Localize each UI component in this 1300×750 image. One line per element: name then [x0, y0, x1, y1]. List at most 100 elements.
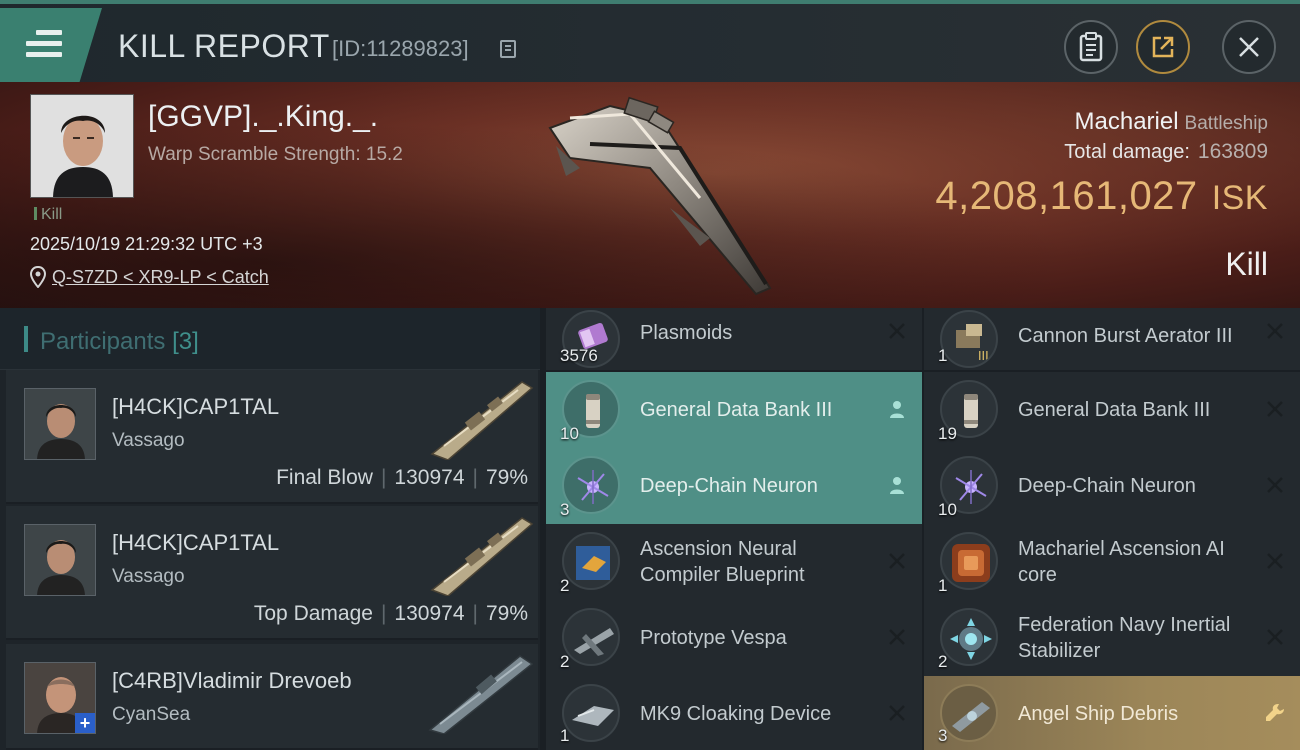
- item-row[interactable]: 3 Deep-Chain Neuron: [546, 448, 922, 524]
- participant-percent: 79%: [485, 602, 528, 625]
- item-name: MK9 Cloaking Device: [640, 703, 832, 725]
- aerator-icon: III: [940, 310, 998, 368]
- item-name: Prototype Vespa: [640, 627, 787, 649]
- participant-role: Top Damage: [253, 602, 373, 625]
- item-row[interactable]: 2 Ascension Neural Compiler Blueprint: [546, 524, 922, 600]
- hamburger-icon: [26, 30, 62, 58]
- victim-avatar[interactable]: [30, 94, 134, 198]
- isk-value: 4,208,161,027 ISK: [935, 174, 1268, 219]
- item-row[interactable]: 1 MK9 Cloaking Device: [546, 676, 922, 750]
- share-button[interactable]: [1136, 20, 1190, 74]
- avatar[interactable]: [24, 388, 96, 460]
- participants-title: Participants [3]: [40, 328, 199, 356]
- destroyed-icon: [886, 550, 908, 572]
- item-row[interactable]: 3576 Plasmoids: [546, 308, 922, 370]
- participant-damage: 130974: [394, 602, 465, 625]
- participants-label: Participants: [40, 328, 166, 355]
- clipboard-button[interactable]: [1064, 20, 1118, 74]
- item-row[interactable]: 1 Machariel Ascension AI core: [924, 524, 1300, 600]
- close-button[interactable]: [1222, 20, 1276, 74]
- participant-percent: 79%: [485, 466, 528, 489]
- ship-name: Machariel Battleship: [1075, 108, 1269, 136]
- ai-core-icon: [940, 532, 998, 590]
- participants-panel: Participants [3] [H4CK]CAP1TAL Vassago F…: [0, 308, 540, 750]
- victim-name[interactable]: [GGVP]._.King._.: [148, 100, 378, 134]
- participant-ship-image: [430, 517, 534, 596]
- item-quantity: 3576: [560, 346, 598, 365]
- item-quantity: 2: [938, 652, 948, 671]
- destroyed-icon: [886, 626, 908, 648]
- item-name: Cannon Burst Aerator III: [1018, 325, 1233, 347]
- participant-ship: Vassago: [112, 566, 185, 587]
- ship-type[interactable]: Machariel: [1075, 108, 1179, 135]
- page-title: KILL REPORT: [118, 28, 330, 64]
- menu-button[interactable]: [0, 8, 102, 82]
- neuron-icon: [562, 456, 620, 514]
- close-icon: [1239, 37, 1259, 57]
- item-name: Deep-Chain Neuron: [1018, 475, 1196, 497]
- item-quantity: 19: [938, 424, 957, 443]
- portrait-image: [25, 389, 95, 459]
- participant-row[interactable]: [H4CK]CAP1TAL Vassago Top Damage | 130974 |…: [6, 506, 538, 640]
- ship-class: Battleship: [1184, 113, 1268, 134]
- item-quantity: 1: [938, 346, 948, 365]
- item-quantity: 10: [938, 500, 957, 519]
- item-row[interactable]: 19 General Data Bank III: [924, 372, 1300, 448]
- wrench-icon[interactable]: [1264, 702, 1286, 724]
- avatar[interactable]: [24, 524, 96, 596]
- item-row[interactable]: 2 Federation Navy Inertial Stabilizer: [924, 600, 1300, 676]
- participant-row[interactable]: [H4CK]CAP1TAL Vassago Final Blow | 130974 |…: [6, 370, 538, 504]
- participant-ship: CyanSea: [112, 704, 191, 725]
- participants-count: [3]: [172, 328, 199, 355]
- dropped-person-icon: [886, 398, 908, 420]
- dropped-person-icon: [886, 474, 908, 496]
- copy-icon[interactable]: [500, 40, 516, 58]
- participant-row[interactable]: + [C4RB]Vladimir Drevoeb CyanSea: [6, 644, 538, 750]
- item-row[interactable]: 10 General Data Bank III: [546, 372, 922, 448]
- item-row[interactable]: 3 Angel Ship Debris: [924, 676, 1300, 750]
- debris-icon: [940, 684, 998, 742]
- destroyed-icon: [1264, 474, 1286, 496]
- item-name: General Data Bank III: [640, 399, 833, 421]
- item-name: Plasmoids: [640, 322, 733, 344]
- item-row[interactable]: III 1 Cannon Burst Aerator III: [924, 308, 1300, 370]
- drone-icon: [562, 608, 620, 666]
- participant-name[interactable]: [H4CK]CAP1TAL: [112, 530, 279, 556]
- destroyed-icon: [1264, 550, 1286, 572]
- blueprint-icon: [562, 532, 620, 590]
- location-link[interactable]: Q-S7ZD < XR9-LP < Catch: [52, 267, 269, 288]
- participant-name[interactable]: [C4RB]Vladimir Drevoeb: [112, 668, 352, 694]
- item-quantity: 1: [938, 576, 948, 595]
- kill-timestamp: 2025/10/19 21:29:32 UTC +3: [30, 234, 263, 254]
- avatar[interactable]: +: [24, 662, 96, 734]
- item-quantity: 2: [560, 576, 570, 595]
- plus-badge-icon: +: [75, 713, 95, 733]
- item-quantity: 3: [938, 726, 948, 745]
- item-name: Deep-Chain Neuron: [640, 475, 818, 497]
- item-quantity: 3: [560, 500, 570, 519]
- portrait-image: [25, 525, 95, 595]
- participant-damage: 130974: [394, 466, 465, 489]
- item-row[interactable]: 2 Prototype Vespa: [546, 600, 922, 676]
- item-quantity: 10: [560, 424, 579, 443]
- total-damage-value: 163809: [1197, 140, 1268, 163]
- kill-summary: [GGVP]._.King._. Warp Scramble Strength:…: [0, 82, 1300, 308]
- header-bar: KILL REPORT [ID:11289823]: [0, 0, 1300, 82]
- participants-header: Participants [3]: [0, 308, 540, 370]
- item-row[interactable]: 10 Deep-Chain Neuron: [924, 448, 1300, 524]
- destroyed-icon: [1264, 398, 1286, 420]
- participant-ship-image: [428, 655, 534, 734]
- destroyed-icon: [886, 702, 908, 724]
- svg-text:III: III: [978, 349, 989, 363]
- result-label: Kill: [1225, 246, 1268, 282]
- participant-role: Final Blow: [276, 466, 373, 489]
- location-pin-icon: [30, 266, 46, 288]
- item-name: Angel Ship Debris: [1018, 703, 1179, 725]
- participant-ship: Vassago: [112, 430, 185, 451]
- item-name: General Data Bank III: [1018, 399, 1211, 421]
- total-damage: Total damage: 163809: [1064, 140, 1268, 164]
- participant-name[interactable]: [H4CK]CAP1TAL: [112, 394, 279, 420]
- portrait-image: [31, 95, 133, 197]
- share-icon: [1152, 36, 1174, 58]
- item-name: Ascension Neural Compiler Blueprint: [640, 538, 805, 586]
